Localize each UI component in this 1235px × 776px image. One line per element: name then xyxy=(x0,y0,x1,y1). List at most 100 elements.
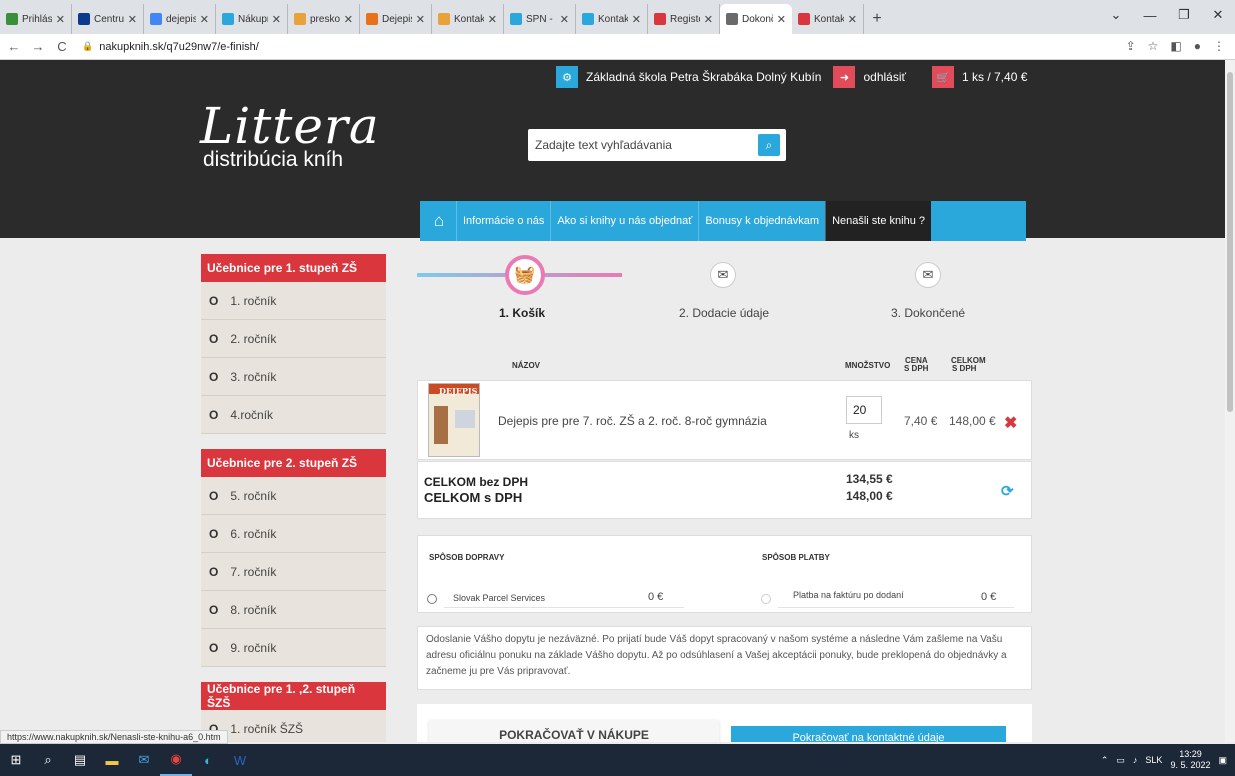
tab-close-icon[interactable]: ✕ xyxy=(416,13,425,26)
quantity-input[interactable]: 20 xyxy=(846,396,882,424)
task-view-icon[interactable]: ▤ xyxy=(64,744,96,776)
nav-item-not-found[interactable]: Nenašli ste knihu ? xyxy=(825,201,932,241)
minimize-button[interactable]: — xyxy=(1133,8,1167,23)
tab-close-icon[interactable]: ✕ xyxy=(128,13,137,26)
logout-icon[interactable]: ➜ xyxy=(833,66,856,88)
sidebar-section-title[interactable]: Učebnice pre 1. ,2. stupeň ŠZŠ xyxy=(201,682,386,710)
checkout-steps: 🧺 ✉ ✉ 1. Košík 2. Dodacie údaje 3. Dokon… xyxy=(417,255,1033,330)
continue-to-contact-button[interactable]: Pokračovať na kontaktné údaje xyxy=(731,726,1006,742)
language-indicator[interactable]: SLK xyxy=(1145,755,1162,765)
browser-tab[interactable]: Centrum. ✕ xyxy=(72,4,144,34)
url-field[interactable]: 🔒 nakupknih.sk/q7u29nw7/e-finish/ xyxy=(82,41,259,53)
sidebar-item[interactable]: O 6. ročník xyxy=(201,515,386,553)
nav-item-about[interactable]: Informácie o nás xyxy=(456,201,550,241)
delivery-envelope-open-icon[interactable]: ✉ xyxy=(710,262,736,288)
cart-summary[interactable]: 1 ks / 7,40 € xyxy=(962,70,1027,84)
site-logo[interactable]: Littera distribúcia kníh xyxy=(200,100,380,172)
network-icon[interactable]: ▭ xyxy=(1116,755,1125,766)
cart-icon[interactable]: 🛒 xyxy=(932,66,954,88)
file-explorer-icon[interactable]: ▬ xyxy=(96,744,128,776)
tab-close-icon[interactable]: ✕ xyxy=(488,13,497,26)
tray-chevron-icon[interactable]: ⌃ xyxy=(1101,755,1109,766)
windows-start-icon[interactable]: ⊞ xyxy=(0,744,32,776)
done-envelope-icon[interactable]: ✉ xyxy=(915,262,941,288)
delivery-radio[interactable] xyxy=(427,594,437,604)
word-icon[interactable]: W xyxy=(224,744,256,776)
browser-tab[interactable]: dejepis p ✕ xyxy=(144,4,216,34)
settings-gear-icon[interactable]: ⚙ xyxy=(556,66,578,88)
sidebar-item[interactable]: O 9. ročník xyxy=(201,629,386,667)
sidebar-item[interactable]: O 4.ročník xyxy=(201,396,386,434)
sidebar-item[interactable]: O 3. ročník xyxy=(201,358,386,396)
nav-item-how-to-order[interactable]: Ako si knihy u nás objednať xyxy=(550,201,698,241)
search-taskbar-icon[interactable]: ⌕ xyxy=(32,744,64,776)
sidebar-icon[interactable]: ◧ xyxy=(1170,39,1181,53)
reload-icon[interactable]: C xyxy=(52,39,72,54)
menu-kebab-icon[interactable]: ⋮ xyxy=(1213,39,1225,53)
tab-close-icon[interactable]: ✕ xyxy=(848,13,857,26)
basket-icon[interactable]: 🧺 xyxy=(505,255,545,295)
nav-item-bonuses[interactable]: Bonusy k objednávkam xyxy=(698,201,825,241)
sidebar-item[interactable]: O 5. ročník xyxy=(201,477,386,515)
mail-icon[interactable]: ✉ xyxy=(128,744,160,776)
notifications-icon[interactable]: ▣ xyxy=(1218,755,1227,766)
forward-arrow-icon[interactable]: → xyxy=(28,39,48,54)
tab-search-icon[interactable]: ⌄ xyxy=(1099,7,1133,23)
sidebar-item[interactable]: O 2. ročník xyxy=(201,320,386,358)
volume-icon[interactable]: ♪ xyxy=(1133,755,1138,765)
tab-close-icon[interactable]: ✕ xyxy=(200,13,209,26)
scrollbar-thumb[interactable] xyxy=(1227,72,1233,412)
close-window-button[interactable]: ✕ xyxy=(1201,7,1235,23)
sidebar-item[interactable]: O 1. ročník xyxy=(201,282,386,320)
tab-close-icon[interactable]: ✕ xyxy=(704,13,713,26)
browser-tab[interactable]: Register o ✕ xyxy=(648,4,720,34)
url-text[interactable]: nakupknih.sk/q7u29nw7/e-finish/ xyxy=(99,41,259,53)
chrome-icon[interactable]: ◉ xyxy=(160,744,192,776)
browser-tab[interactable]: Kontakty ✕ xyxy=(576,4,648,34)
browser-tab-strip: Prihlásen✕Centrum.✕dejepis p✕Nákupný✕pre… xyxy=(0,0,1235,34)
tab-close-icon[interactable]: ✕ xyxy=(560,13,569,26)
payment-radio[interactable] xyxy=(761,594,771,604)
browser-tab[interactable]: Prihlásen ✕ xyxy=(0,4,72,34)
tab-close-icon[interactable]: ✕ xyxy=(56,13,65,26)
logout-link[interactable]: odhlásiť xyxy=(863,70,906,84)
share-icon[interactable]: ⇪ xyxy=(1126,39,1136,53)
page-scrollbar[interactable] xyxy=(1225,60,1235,742)
browser-tab[interactable]: Kontakt | ✕ xyxy=(432,4,504,34)
sidebar-section-title[interactable]: Učebnice pre 1. stupeň ZŠ xyxy=(201,254,386,282)
home-icon[interactable]: ⌂ xyxy=(422,201,456,241)
browser-tab[interactable]: Dejepis p ✕ xyxy=(360,4,432,34)
school-name[interactable]: Základná škola Petra Škrabáka Dolný Kubí… xyxy=(586,70,821,84)
product-name[interactable]: Dejepis pre pre 7. roč. ZŠ a 2. roč. 8-r… xyxy=(498,414,767,428)
payment-name[interactable]: Platba na faktúru po dodaní xyxy=(793,590,904,600)
tab-close-icon[interactable]: ✕ xyxy=(632,13,641,26)
tab-close-icon[interactable]: ✕ xyxy=(272,13,281,26)
sidebar-item[interactable]: O 7. ročník xyxy=(201,553,386,591)
new-tab-button[interactable]: + xyxy=(864,4,890,34)
restore-button[interactable]: ❐ xyxy=(1167,7,1201,23)
sidebar-item[interactable]: O 1. ročník ŠZŠ xyxy=(201,710,386,742)
profile-icon[interactable]: ● xyxy=(1194,39,1201,53)
continue-shopping-button[interactable]: POKRAČOVAŤ V NÁKUPE xyxy=(429,720,719,742)
back-arrow-icon[interactable]: ← xyxy=(4,39,24,54)
browser-tab[interactable]: preskoly.s ✕ xyxy=(288,4,360,34)
clock[interactable]: 13:29 9. 5. 2022 xyxy=(1170,749,1210,771)
remove-item-icon[interactable]: ✖ xyxy=(1004,413,1017,433)
search-icon[interactable]: ⌕ xyxy=(758,134,780,156)
refresh-cart-icon[interactable]: ⟳ xyxy=(1001,482,1014,500)
bookmark-star-icon[interactable]: ☆ xyxy=(1148,39,1159,53)
edge-icon[interactable]: ◐ xyxy=(192,744,224,776)
browser-tab[interactable]: Kontakt ✕ xyxy=(792,4,864,34)
browser-tab[interactable]: Dokonče ✕ xyxy=(720,4,792,34)
delivery-name[interactable]: Slovak Parcel Services xyxy=(453,593,545,603)
browser-tab[interactable]: SPN - Mla ✕ xyxy=(504,4,576,34)
tab-close-icon[interactable]: ✕ xyxy=(777,13,786,26)
sidebar-item[interactable]: O 8. ročník xyxy=(201,591,386,629)
sidebar-section-title[interactable]: Učebnice pre 2. stupeň ZŠ xyxy=(201,449,386,477)
tab-close-icon[interactable]: ✕ xyxy=(344,13,353,26)
tab-title: Dokonče xyxy=(742,13,773,25)
browser-tab[interactable]: Nákupný ✕ xyxy=(216,4,288,34)
book-cover-image[interactable]: DEJEPIS xyxy=(428,383,480,457)
step-done-label: 3. Dokončené xyxy=(891,306,966,320)
search-input[interactable] xyxy=(528,138,758,152)
